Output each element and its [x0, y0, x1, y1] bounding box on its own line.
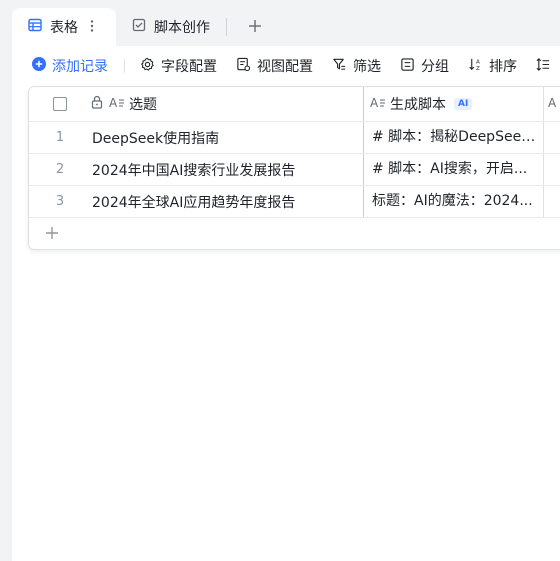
row-number-cell: 1 [29, 122, 91, 153]
script-text: 标题：AI的魔法：2024... [372, 193, 533, 209]
title-text: 2024年全球AI应用趋势年度报告 [92, 194, 296, 211]
add-row-button[interactable] [29, 217, 560, 249]
add-record-label: 添加记录 [52, 59, 108, 75]
tab-label: 表格 [50, 20, 78, 36]
lock-icon [91, 95, 103, 113]
svg-text:A: A [109, 96, 118, 109]
script-cell[interactable]: # 脚本：AI搜索，开启... [363, 154, 544, 185]
add-tab-button[interactable] [244, 15, 266, 37]
view-settings-icon [236, 57, 251, 76]
tab-script-creation[interactable]: 脚本创作 [116, 8, 210, 46]
row-number: 3 [55, 194, 65, 209]
svg-text:A: A [548, 96, 557, 109]
sort-icon: AZ [468, 57, 483, 76]
tab-table[interactable]: 表格 [12, 8, 116, 46]
data-grid: A 选题 A 生成脚本 AI A 1 DeepSeek使用指南 # 脚本：揭秘D… [28, 86, 560, 250]
title-cell[interactable]: 2024年中国AI搜索行业发展报告 [91, 154, 363, 185]
left-sidebar-strip [0, 0, 12, 561]
gear-icon [140, 57, 155, 76]
script-cell[interactable]: # 脚本：揭秘DeepSeek-... [363, 122, 544, 153]
add-record-button[interactable]: 添加记录 [32, 56, 108, 76]
sort-button[interactable]: AZ 排序 [468, 56, 517, 76]
next-cell[interactable] [543, 186, 560, 217]
sort-label: 排序 [489, 59, 517, 75]
title-text: 2024年中国AI搜索行业发展报告 [92, 162, 296, 179]
next-cell[interactable] [543, 154, 560, 185]
toolbar-separator [124, 59, 125, 73]
grid-header-row: A 选题 A 生成脚本 AI A [29, 87, 560, 122]
table-icon [28, 18, 42, 36]
column-label: 选题 [129, 97, 157, 113]
plus-icon [249, 20, 261, 32]
ai-badge: AI [454, 98, 473, 110]
script-text: # 脚本：揭秘DeepSeek-... [372, 129, 538, 145]
svg-text:Z: Z [476, 66, 480, 72]
title-cell[interactable]: DeepSeek使用指南 [91, 122, 363, 153]
filter-button[interactable]: 筛选 [332, 56, 381, 76]
select-all-checkbox[interactable] [53, 97, 67, 111]
view-toolbar: 添加记录 字段配置 视图配置 筛选 分组 AZ 排序 [12, 46, 560, 86]
more-vertical-icon[interactable] [90, 19, 94, 36]
plus-circle-icon [32, 57, 46, 75]
row-height-icon [536, 57, 551, 76]
next-cell[interactable] [543, 122, 560, 153]
field-config-button[interactable]: 字段配置 [140, 56, 217, 76]
title-cell[interactable]: 2024年全球AI应用趋势年度报告 [91, 186, 363, 217]
select-all-cell [29, 87, 91, 121]
text-field-icon: A [370, 95, 386, 113]
tab-label: 脚本创作 [154, 20, 210, 36]
script-text: # 脚本：AI搜索，开启... [372, 161, 528, 177]
view-config-label: 视图配置 [257, 59, 313, 75]
row-number: 2 [55, 162, 65, 177]
title-text: DeepSeek使用指南 [92, 130, 220, 147]
row-number-cell: 2 [29, 154, 91, 185]
group-icon [400, 57, 415, 76]
row-height-button[interactable] [536, 56, 551, 76]
column-label: 生成脚本 [390, 97, 446, 113]
column-header-title[interactable]: A 选题 [91, 87, 363, 121]
filter-label: 筛选 [353, 59, 381, 75]
filter-icon [332, 57, 347, 76]
column-header-script[interactable]: A 生成脚本 AI [363, 87, 544, 121]
form-icon [132, 18, 146, 36]
table-row[interactable]: 1 DeepSeek使用指南 # 脚本：揭秘DeepSeek-... [29, 122, 560, 154]
column-header-next[interactable]: A [543, 87, 560, 121]
svg-text:A: A [476, 59, 480, 65]
text-field-icon: A [548, 95, 560, 113]
row-number-cell: 3 [29, 186, 91, 217]
field-config-label: 字段配置 [161, 59, 217, 75]
tab-divider [226, 18, 227, 36]
group-button[interactable]: 分组 [400, 56, 449, 76]
row-number: 1 [55, 130, 65, 145]
view-config-button[interactable]: 视图配置 [236, 56, 313, 76]
tab-bar: 表格 脚本创作 [12, 0, 560, 46]
plus-icon [45, 225, 59, 244]
group-label: 分组 [421, 59, 449, 75]
text-field-icon: A [109, 95, 125, 113]
script-cell[interactable]: 标题：AI的魔法：2024... [363, 186, 544, 217]
table-row[interactable]: 2 2024年中国AI搜索行业发展报告 # 脚本：AI搜索，开启... [29, 154, 560, 186]
svg-text:A: A [370, 96, 379, 109]
table-row[interactable]: 3 2024年全球AI应用趋势年度报告 标题：AI的魔法：2024... [29, 186, 560, 218]
